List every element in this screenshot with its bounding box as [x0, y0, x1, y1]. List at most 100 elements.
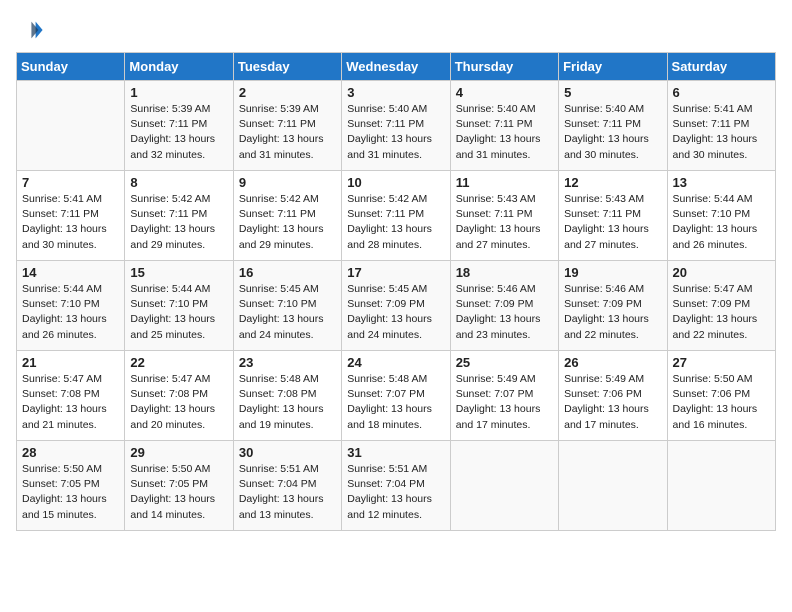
day-cell: 6 Sunrise: 5:41 AMSunset: 7:11 PMDaylight…	[667, 81, 775, 171]
day-number: 29	[130, 445, 227, 460]
day-cell: 25 Sunrise: 5:49 AMSunset: 7:07 PMDayligh…	[450, 351, 558, 441]
day-cell: 20 Sunrise: 5:47 AMSunset: 7:09 PMDayligh…	[667, 261, 775, 351]
day-number: 23	[239, 355, 336, 370]
header-sunday: Sunday	[17, 53, 125, 81]
day-number: 11	[456, 175, 553, 190]
day-number: 16	[239, 265, 336, 280]
day-cell: 26 Sunrise: 5:49 AMSunset: 7:06 PMDayligh…	[559, 351, 667, 441]
day-info: Sunrise: 5:43 AMSunset: 7:11 PMDaylight:…	[456, 192, 553, 253]
day-cell: 8Sunrise: 5:42 AMSunset: 7:11 PMDaylight…	[125, 171, 233, 261]
day-number: 18	[456, 265, 553, 280]
day-info: Sunrise: 5:48 AMSunset: 7:08 PMDaylight:…	[239, 372, 336, 433]
day-number: 22	[130, 355, 227, 370]
day-number: 28	[22, 445, 119, 460]
header-thursday: Thursday	[450, 53, 558, 81]
day-number: 31	[347, 445, 444, 460]
day-number: 10	[347, 175, 444, 190]
day-number: 6	[673, 85, 770, 100]
day-cell: 11 Sunrise: 5:43 AMSunset: 7:11 PMDayligh…	[450, 171, 558, 261]
day-info: Sunrise: 5:41 AMSunset: 7:11 PMDaylight:…	[673, 102, 770, 163]
header-friday: Friday	[559, 53, 667, 81]
week-row-5: 28 Sunrise: 5:50 AMSunset: 7:05 PMDayligh…	[17, 441, 776, 531]
day-cell: 27Sunrise: 5:50 AMSunset: 7:06 PMDayligh…	[667, 351, 775, 441]
day-info: Sunrise: 5:42 AMSunset: 7:11 PMDaylight:…	[239, 192, 336, 253]
day-info: Sunrise: 5:46 AMSunset: 7:09 PMDaylight:…	[456, 282, 553, 343]
day-cell: 31 Sunrise: 5:51 AMSunset: 7:04 PMDayligh…	[342, 441, 450, 531]
day-cell: 14 Sunrise: 5:44 AMSunset: 7:10 PMDayligh…	[17, 261, 125, 351]
week-row-1: 1 Sunrise: 5:39 AMSunset: 7:11 PMDaylight…	[17, 81, 776, 171]
header-monday: Monday	[125, 53, 233, 81]
day-cell	[17, 81, 125, 171]
day-cell: 22 Sunrise: 5:47 AMSunset: 7:08 PMDayligh…	[125, 351, 233, 441]
day-info: Sunrise: 5:40 AMSunset: 7:11 PMDaylight:…	[456, 102, 553, 163]
day-number: 30	[239, 445, 336, 460]
day-cell: 23 Sunrise: 5:48 AMSunset: 7:08 PMDayligh…	[233, 351, 341, 441]
day-number: 9	[239, 175, 336, 190]
header-wednesday: Wednesday	[342, 53, 450, 81]
day-info: Sunrise: 5:49 AMSunset: 7:06 PMDaylight:…	[564, 372, 661, 433]
day-number: 1	[130, 85, 227, 100]
day-cell	[667, 441, 775, 531]
day-number: 21	[22, 355, 119, 370]
day-cell: 17 Sunrise: 5:45 AMSunset: 7:09 PMDayligh…	[342, 261, 450, 351]
page-header	[16, 16, 776, 44]
day-cell: 12 Sunrise: 5:43 AMSunset: 7:11 PMDayligh…	[559, 171, 667, 261]
day-info: Sunrise: 5:44 AMSunset: 7:10 PMDaylight:…	[130, 282, 227, 343]
week-row-3: 14 Sunrise: 5:44 AMSunset: 7:10 PMDayligh…	[17, 261, 776, 351]
day-info: Sunrise: 5:39 AMSunset: 7:11 PMDaylight:…	[239, 102, 336, 163]
day-info: Sunrise: 5:42 AMSunset: 7:11 PMDaylight:…	[347, 192, 444, 253]
day-cell: 28 Sunrise: 5:50 AMSunset: 7:05 PMDayligh…	[17, 441, 125, 531]
day-info: Sunrise: 5:40 AMSunset: 7:11 PMDaylight:…	[347, 102, 444, 163]
day-info: Sunrise: 5:43 AMSunset: 7:11 PMDaylight:…	[564, 192, 661, 253]
day-info: Sunrise: 5:47 AMSunset: 7:08 PMDaylight:…	[22, 372, 119, 433]
day-number: 26	[564, 355, 661, 370]
day-cell	[450, 441, 558, 531]
day-info: Sunrise: 5:44 AMSunset: 7:10 PMDaylight:…	[673, 192, 770, 253]
day-info: Sunrise: 5:39 AMSunset: 7:11 PMDaylight:…	[130, 102, 227, 163]
day-info: Sunrise: 5:49 AMSunset: 7:07 PMDaylight:…	[456, 372, 553, 433]
day-number: 25	[456, 355, 553, 370]
day-number: 20	[673, 265, 770, 280]
day-number: 3	[347, 85, 444, 100]
header-tuesday: Tuesday	[233, 53, 341, 81]
day-number: 5	[564, 85, 661, 100]
day-info: Sunrise: 5:47 AMSunset: 7:09 PMDaylight:…	[673, 282, 770, 343]
day-info: Sunrise: 5:45 AMSunset: 7:10 PMDaylight:…	[239, 282, 336, 343]
day-number: 4	[456, 85, 553, 100]
day-cell: 13 Sunrise: 5:44 AMSunset: 7:10 PMDayligh…	[667, 171, 775, 261]
day-cell: 18 Sunrise: 5:46 AMSunset: 7:09 PMDayligh…	[450, 261, 558, 351]
header-saturday: Saturday	[667, 53, 775, 81]
day-info: Sunrise: 5:45 AMSunset: 7:09 PMDaylight:…	[347, 282, 444, 343]
day-cell: 3 Sunrise: 5:40 AMSunset: 7:11 PMDaylight…	[342, 81, 450, 171]
day-number: 19	[564, 265, 661, 280]
day-cell	[559, 441, 667, 531]
logo	[16, 16, 48, 44]
day-number: 14	[22, 265, 119, 280]
day-cell: 9 Sunrise: 5:42 AMSunset: 7:11 PMDaylight…	[233, 171, 341, 261]
day-number: 17	[347, 265, 444, 280]
day-number: 13	[673, 175, 770, 190]
day-cell: 21 Sunrise: 5:47 AMSunset: 7:08 PMDayligh…	[17, 351, 125, 441]
day-info: Sunrise: 5:40 AMSunset: 7:11 PMDaylight:…	[564, 102, 661, 163]
day-cell: 2Sunrise: 5:39 AMSunset: 7:11 PMDaylight…	[233, 81, 341, 171]
day-cell: 10 Sunrise: 5:42 AMSunset: 7:11 PMDayligh…	[342, 171, 450, 261]
day-cell: 24Sunrise: 5:48 AMSunset: 7:07 PMDayligh…	[342, 351, 450, 441]
day-info: Sunrise: 5:51 AMSunset: 7:04 PMDaylight:…	[239, 462, 336, 523]
day-number: 7	[22, 175, 119, 190]
day-info: Sunrise: 5:48 AMSunset: 7:07 PMDaylight:…	[347, 372, 444, 433]
day-cell: 29 Sunrise: 5:50 AMSunset: 7:05 PMDayligh…	[125, 441, 233, 531]
day-info: Sunrise: 5:51 AMSunset: 7:04 PMDaylight:…	[347, 462, 444, 523]
day-cell: 19 Sunrise: 5:46 AMSunset: 7:09 PMDayligh…	[559, 261, 667, 351]
day-cell: 4 Sunrise: 5:40 AMSunset: 7:11 PMDaylight…	[450, 81, 558, 171]
day-info: Sunrise: 5:50 AMSunset: 7:06 PMDaylight:…	[673, 372, 770, 433]
day-info: Sunrise: 5:42 AMSunset: 7:11 PMDaylight:…	[130, 192, 227, 253]
day-info: Sunrise: 5:50 AMSunset: 7:05 PMDaylight:…	[22, 462, 119, 523]
day-cell: 1 Sunrise: 5:39 AMSunset: 7:11 PMDaylight…	[125, 81, 233, 171]
day-cell: 5 Sunrise: 5:40 AMSunset: 7:11 PMDaylight…	[559, 81, 667, 171]
day-info: Sunrise: 5:46 AMSunset: 7:09 PMDaylight:…	[564, 282, 661, 343]
day-info: Sunrise: 5:50 AMSunset: 7:05 PMDaylight:…	[130, 462, 227, 523]
day-info: Sunrise: 5:47 AMSunset: 7:08 PMDaylight:…	[130, 372, 227, 433]
day-number: 15	[130, 265, 227, 280]
day-info: Sunrise: 5:44 AMSunset: 7:10 PMDaylight:…	[22, 282, 119, 343]
day-number: 12	[564, 175, 661, 190]
